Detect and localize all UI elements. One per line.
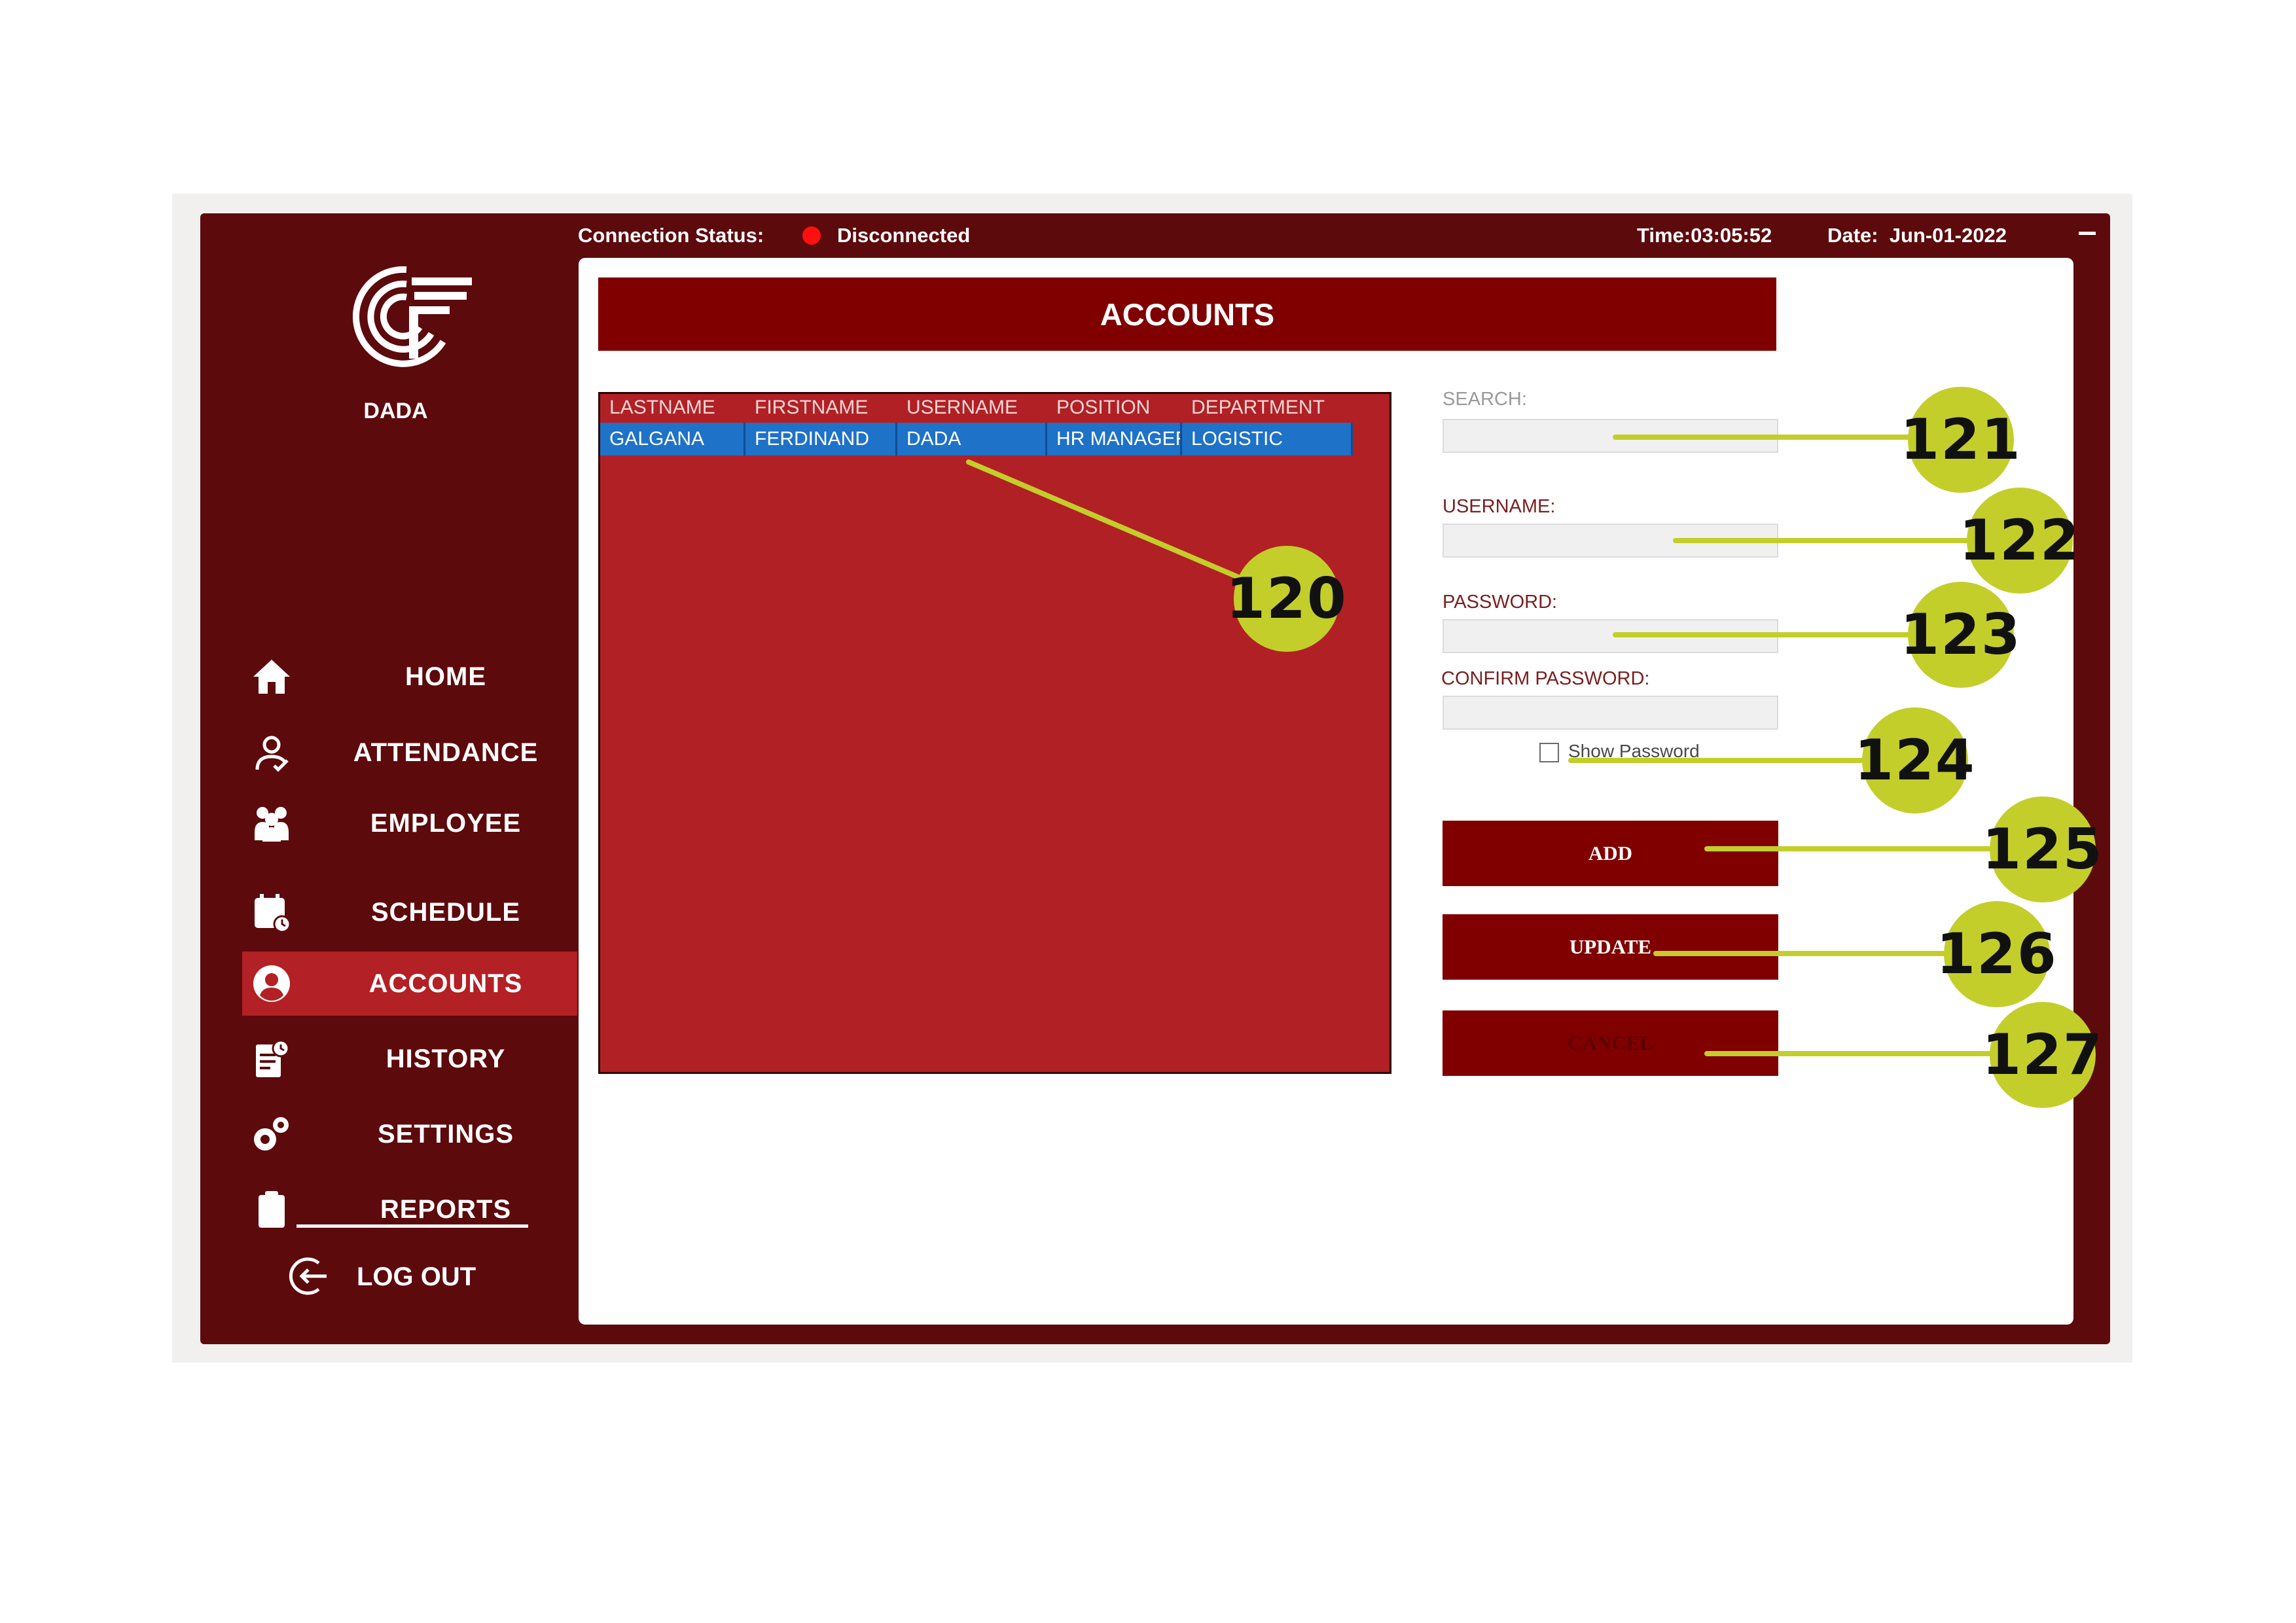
callout-badge: 127 — [1982, 1002, 2102, 1108]
callout-badge: 122 — [1959, 488, 2079, 594]
callout-badge: 123 — [1900, 582, 2020, 688]
callout-badge: 120 — [1226, 546, 1346, 652]
callout-badge: 124 — [1854, 707, 1975, 813]
callout-badge: 121 — [1900, 387, 2020, 493]
callout-badge: 125 — [1982, 796, 2102, 902]
callout-badge: 126 — [1936, 901, 2056, 1007]
callout-leader-lines — [966, 435, 2058, 1056]
